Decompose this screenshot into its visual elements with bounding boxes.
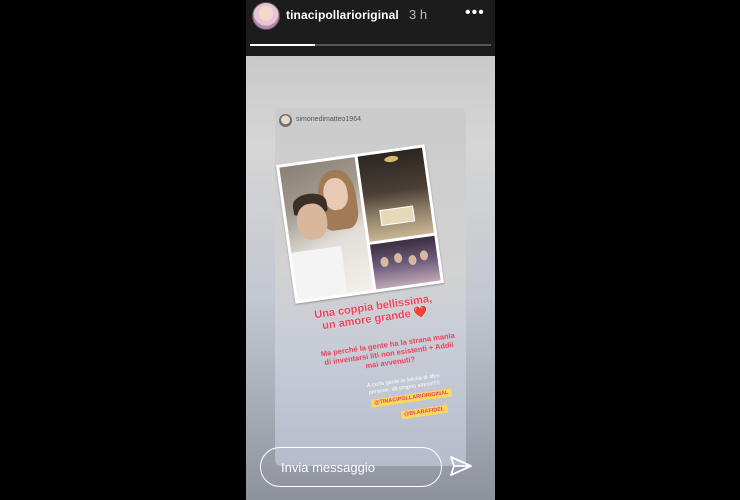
- story-username[interactable]: tinacipollarioriginal: [286, 8, 399, 22]
- story-header: tinacipollarioriginal 3 h •••: [246, 0, 495, 56]
- couple-selfie-photo: [279, 157, 374, 301]
- reshared-username: simonedimatteo1964: [296, 116, 361, 123]
- avatar[interactable]: [252, 2, 280, 30]
- caption-subtitle: Ma perché la gente ha la strana mania di…: [320, 330, 456, 371]
- reshared-post-header: simonedimatteo1964: [279, 114, 462, 128]
- message-input[interactable]: [260, 447, 442, 487]
- stage: tinacipollarioriginal 3 h ••• simonedima…: [0, 0, 740, 500]
- story-progress-bar: [250, 44, 491, 46]
- more-horizontal-icon[interactable]: •••: [465, 4, 485, 22]
- story-time: 3 h: [409, 7, 428, 22]
- story-footer: [246, 438, 495, 500]
- reshared-post-card[interactable]: simonedimatteo1964 Una coppia bellissima…: [275, 108, 466, 466]
- reshared-avatar: [279, 114, 292, 127]
- send-icon[interactable]: [449, 455, 473, 477]
- celebration-photo: [357, 147, 434, 242]
- group-photo: [369, 235, 441, 290]
- mention-tag[interactable]: @BLARAFIDEL: [400, 404, 448, 420]
- story-viewer[interactable]: tinacipollarioriginal 3 h ••• simonedima…: [246, 0, 495, 500]
- story-progress-fill: [250, 44, 316, 46]
- photo-collage: [275, 144, 445, 304]
